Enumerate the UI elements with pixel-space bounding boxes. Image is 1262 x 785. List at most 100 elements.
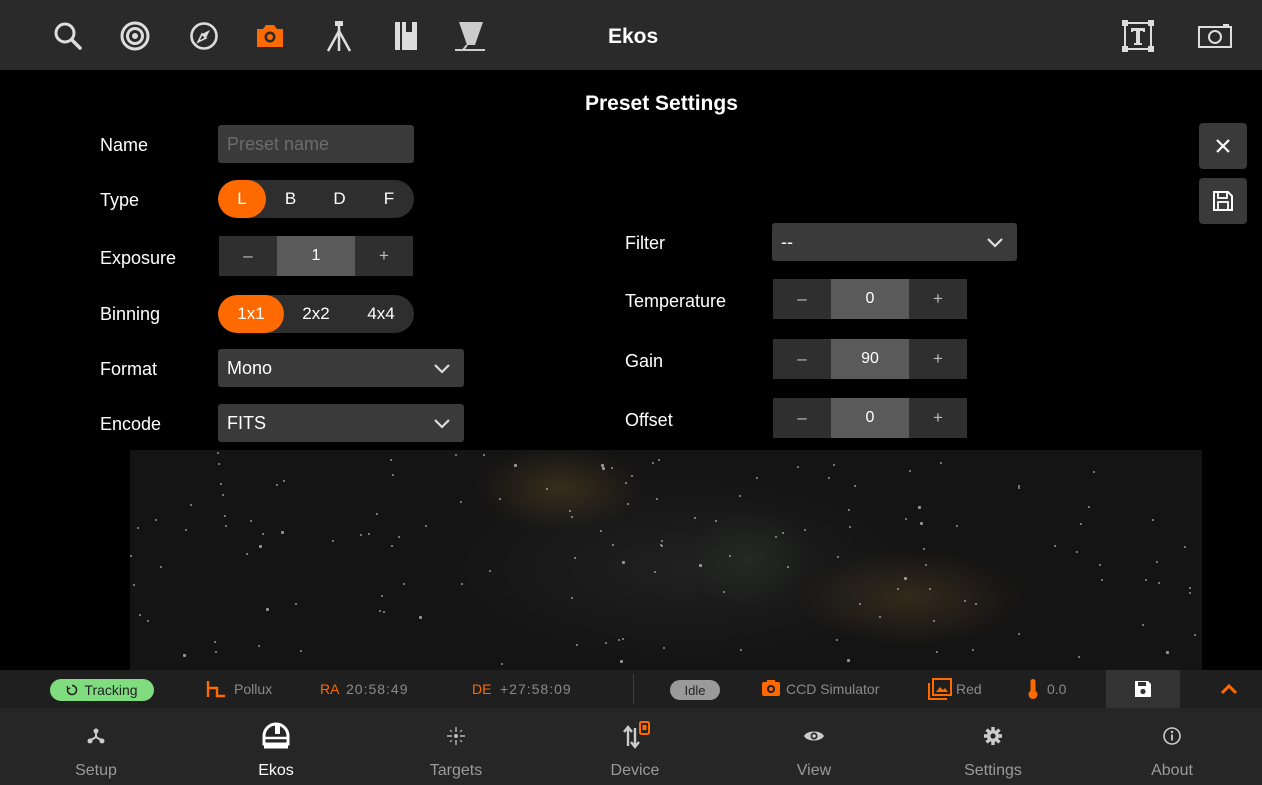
nav-view[interactable]: View	[754, 708, 874, 785]
book-icon[interactable]	[388, 18, 424, 54]
star	[1018, 487, 1020, 489]
nav-setup[interactable]: Setup	[36, 708, 156, 785]
star	[879, 616, 881, 618]
star	[300, 650, 302, 652]
star	[618, 639, 620, 641]
temperature-decrement-button[interactable]: –	[773, 279, 831, 319]
screen-frame-icon[interactable]	[1197, 18, 1233, 54]
star	[1194, 634, 1196, 636]
star	[933, 620, 935, 622]
save-frame-button[interactable]	[1106, 670, 1180, 708]
chevron-up-icon[interactable]	[1219, 681, 1239, 702]
search-icon[interactable]	[50, 18, 86, 54]
filter-name: Red	[956, 681, 982, 697]
star	[283, 480, 285, 482]
star	[1152, 519, 1154, 521]
compass-icon[interactable]	[186, 18, 222, 54]
gain-increment-button[interactable]: +	[909, 339, 967, 379]
exposure-increment-button[interactable]: +	[355, 236, 413, 276]
offset-label: Offset	[625, 410, 673, 430]
gain-value[interactable]: 90	[831, 339, 909, 379]
binning-selector: 1x1 2x2 4x4	[218, 295, 414, 333]
tripod-icon[interactable]	[321, 18, 357, 54]
de-value: +27:58:09	[500, 681, 572, 697]
star	[1166, 651, 1169, 654]
star	[797, 466, 799, 468]
gain-decrement-button[interactable]: –	[773, 339, 831, 379]
save-icon	[1213, 191, 1233, 211]
encode-label: Encode	[100, 414, 162, 434]
binning-option-1x1[interactable]: 1x1	[218, 295, 284, 333]
temperature-value[interactable]: 0	[831, 279, 909, 319]
star	[376, 513, 378, 515]
tracking-badge: Tracking	[50, 679, 154, 701]
preset-name-input[interactable]	[218, 125, 414, 163]
nav-device[interactable]: Device	[575, 708, 695, 785]
star	[694, 517, 696, 519]
star	[1184, 546, 1186, 548]
save-button[interactable]	[1199, 178, 1247, 224]
status-bar: Pollux RA 20:58:49 DE +27:58:09 CCD Simu…	[0, 670, 1262, 708]
device-icon	[623, 721, 650, 749]
offset-value[interactable]: 0	[831, 398, 909, 438]
star	[390, 459, 392, 461]
star	[185, 529, 187, 531]
filter-status-icon	[928, 678, 952, 703]
panel-title: Preset Settings	[585, 92, 738, 115]
nav-ekos[interactable]: Ekos	[216, 708, 336, 785]
app-title: Ekos	[608, 25, 659, 48]
star	[612, 544, 614, 546]
star	[936, 651, 938, 653]
telescope-icon[interactable]	[452, 18, 488, 54]
filter-select[interactable]: --	[772, 223, 1017, 261]
star	[155, 519, 157, 521]
star	[190, 504, 192, 506]
nav-targets-label: Targets	[429, 762, 483, 779]
star	[859, 603, 861, 605]
star	[1088, 506, 1090, 508]
star	[740, 649, 742, 651]
text-frame-icon[interactable]	[1120, 18, 1156, 54]
star	[1018, 633, 1020, 635]
star	[224, 515, 226, 517]
nav-settings[interactable]: Settings	[933, 708, 1053, 785]
type-option-l[interactable]: L	[218, 180, 266, 218]
exposure-decrement-button[interactable]: –	[219, 236, 277, 276]
exposure-stepper: – 1 +	[219, 236, 413, 276]
exposure-value[interactable]: 1	[277, 236, 355, 276]
encode-select[interactable]: FITS	[218, 404, 464, 442]
type-option-d[interactable]: D	[315, 180, 364, 218]
star	[332, 540, 334, 542]
star	[1156, 561, 1158, 563]
star	[909, 470, 911, 472]
temperature-increment-button[interactable]: +	[909, 279, 967, 319]
star	[661, 540, 663, 542]
nav-about[interactable]: About	[1112, 708, 1232, 785]
star	[1189, 592, 1191, 594]
star	[258, 645, 260, 647]
nav-targets[interactable]: Targets	[396, 708, 516, 785]
star	[499, 498, 501, 500]
binning-option-2x2[interactable]: 2x2	[284, 295, 348, 333]
sky-image-preview[interactable]	[130, 448, 1202, 670]
gain-label: Gain	[625, 351, 664, 371]
exposure-label: Exposure	[100, 248, 177, 268]
type-option-b[interactable]: B	[266, 180, 315, 218]
camera-icon[interactable]	[252, 18, 288, 54]
star	[1080, 523, 1082, 525]
target-icon[interactable]	[117, 18, 153, 54]
offset-increment-button[interactable]: +	[909, 398, 967, 438]
star	[147, 620, 149, 622]
star	[360, 534, 362, 536]
binning-option-4x4[interactable]: 4x4	[348, 295, 414, 333]
ra-label: RA	[320, 681, 340, 697]
type-option-f[interactable]: F	[364, 180, 414, 218]
temperature-stepper: – 0 +	[773, 279, 967, 319]
bottom-navigation: Setup Ekos Targets Device View Settings …	[0, 708, 1262, 785]
star	[160, 566, 162, 568]
star	[756, 477, 758, 479]
format-label: Format	[100, 359, 158, 379]
close-button[interactable]	[1199, 123, 1247, 169]
format-select[interactable]: Mono	[218, 349, 464, 387]
offset-decrement-button[interactable]: –	[773, 398, 831, 438]
